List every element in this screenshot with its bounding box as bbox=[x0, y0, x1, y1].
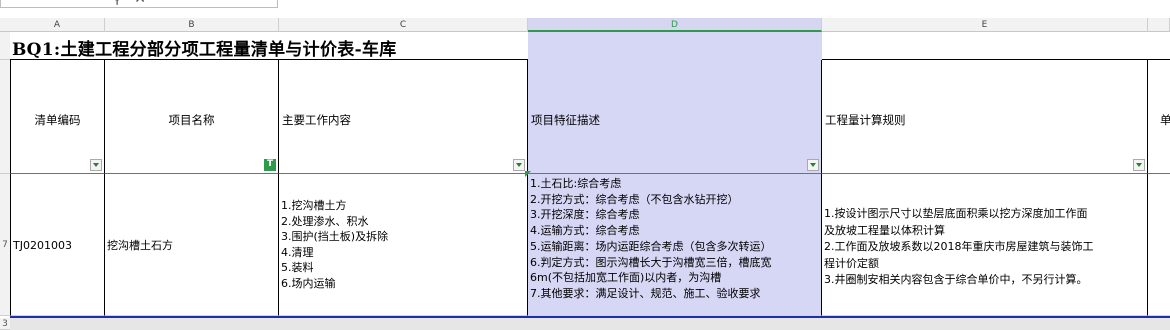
title-row[interactable]: BQ1:土建工程分部分项工程量清单与计价表-车库 bbox=[10, 32, 1170, 60]
header-cell-work[interactable]: 主要工作内容 bbox=[279, 60, 528, 174]
item-code: TJ0201003 bbox=[13, 239, 72, 252]
title-selection-band bbox=[528, 32, 822, 60]
header-features: 项目特征描述 bbox=[531, 113, 600, 127]
row-header-data[interactable]: 7 bbox=[0, 174, 10, 316]
cell-code[interactable]: TJ0201003 bbox=[10, 174, 105, 316]
header-cell-code[interactable]: 清单编码 bbox=[10, 60, 105, 174]
column-header-b[interactable]: B bbox=[105, 18, 279, 32]
close-icon[interactable]: ✕ bbox=[134, 0, 158, 7]
sheet-title: BQ1:土建工程分部分项工程量清单与计价表-车库 bbox=[12, 40, 397, 60]
header-work: 主要工作内容 bbox=[282, 113, 351, 127]
column-header-d[interactable]: D bbox=[528, 18, 822, 32]
formula-bar: ⚲✕ bbox=[0, 0, 1170, 10]
header-cell-unit[interactable]: 单 bbox=[1148, 60, 1170, 174]
column-header-e[interactable]: E bbox=[822, 18, 1148, 32]
cell-name[interactable]: 挖沟槽土石方 bbox=[105, 174, 279, 316]
next-row[interactable] bbox=[10, 318, 1170, 330]
row-header-columns[interactable] bbox=[0, 60, 10, 174]
filter-dropdown-icon[interactable] bbox=[90, 159, 102, 171]
cell-unit[interactable] bbox=[1148, 174, 1170, 316]
formula-icons: ⚲✕ bbox=[112, 0, 158, 7]
comment-indicator bbox=[525, 171, 531, 177]
magnify-icon[interactable]: ⚲ bbox=[112, 0, 134, 7]
filter-dropdown-icon[interactable] bbox=[1133, 159, 1145, 171]
cell-rule[interactable]: 1.按设计图示尺寸以垫层底面积乘以挖方深度加工作面 及放坡工程量以体积计算 2.… bbox=[822, 174, 1148, 316]
header-code: 清单编码 bbox=[34, 113, 81, 127]
column-header-f[interactable] bbox=[1148, 18, 1170, 32]
header-unit: 单 bbox=[1160, 112, 1170, 128]
header-cell-name[interactable]: 项目名称 T bbox=[105, 60, 279, 174]
column-header-c[interactable]: C bbox=[279, 18, 528, 32]
header-rule: 工程量计算规则 bbox=[825, 113, 906, 127]
header-cell-features[interactable]: 项目特征描述 bbox=[528, 60, 822, 174]
cell-features[interactable]: 1.土石比:综合考虑 2.开挖方式：综合考虑（不包含水钻开挖） 3.开挖深度：综… bbox=[528, 174, 822, 316]
row-header-title[interactable] bbox=[0, 32, 10, 60]
column-header-a[interactable]: A bbox=[10, 18, 105, 32]
row-header-next[interactable]: 3 bbox=[0, 318, 10, 330]
header-name: 项目名称 bbox=[168, 113, 215, 127]
item-features: 1.土石比:综合考虑 2.开挖方式：综合考虑（不包含水钻开挖） 3.开挖深度：综… bbox=[530, 177, 772, 300]
filter-dropdown-icon[interactable] bbox=[513, 159, 525, 171]
cell-work[interactable]: 1.挖沟槽土方 2.处理渗水、积水 3.围护(挡土板)及拆除 4.清理 5.装料… bbox=[279, 174, 528, 316]
filter-dropdown-icon[interactable] bbox=[807, 159, 819, 171]
item-work-content: 1.挖沟槽土方 2.处理渗水、积水 3.围护(挡土板)及拆除 4.清理 5.装料… bbox=[281, 199, 389, 290]
item-calc-rule: 1.按设计图示尺寸以垫层底面积乘以挖方深度加工作面 及放坡工程量以体积计算 2.… bbox=[824, 207, 1094, 286]
filter-active-icon[interactable]: T bbox=[264, 159, 276, 171]
column-headers: A B C D E bbox=[0, 18, 1170, 32]
header-cell-rule[interactable]: 工程量计算规则 bbox=[822, 60, 1148, 174]
item-name: 挖沟槽土石方 bbox=[107, 239, 173, 252]
